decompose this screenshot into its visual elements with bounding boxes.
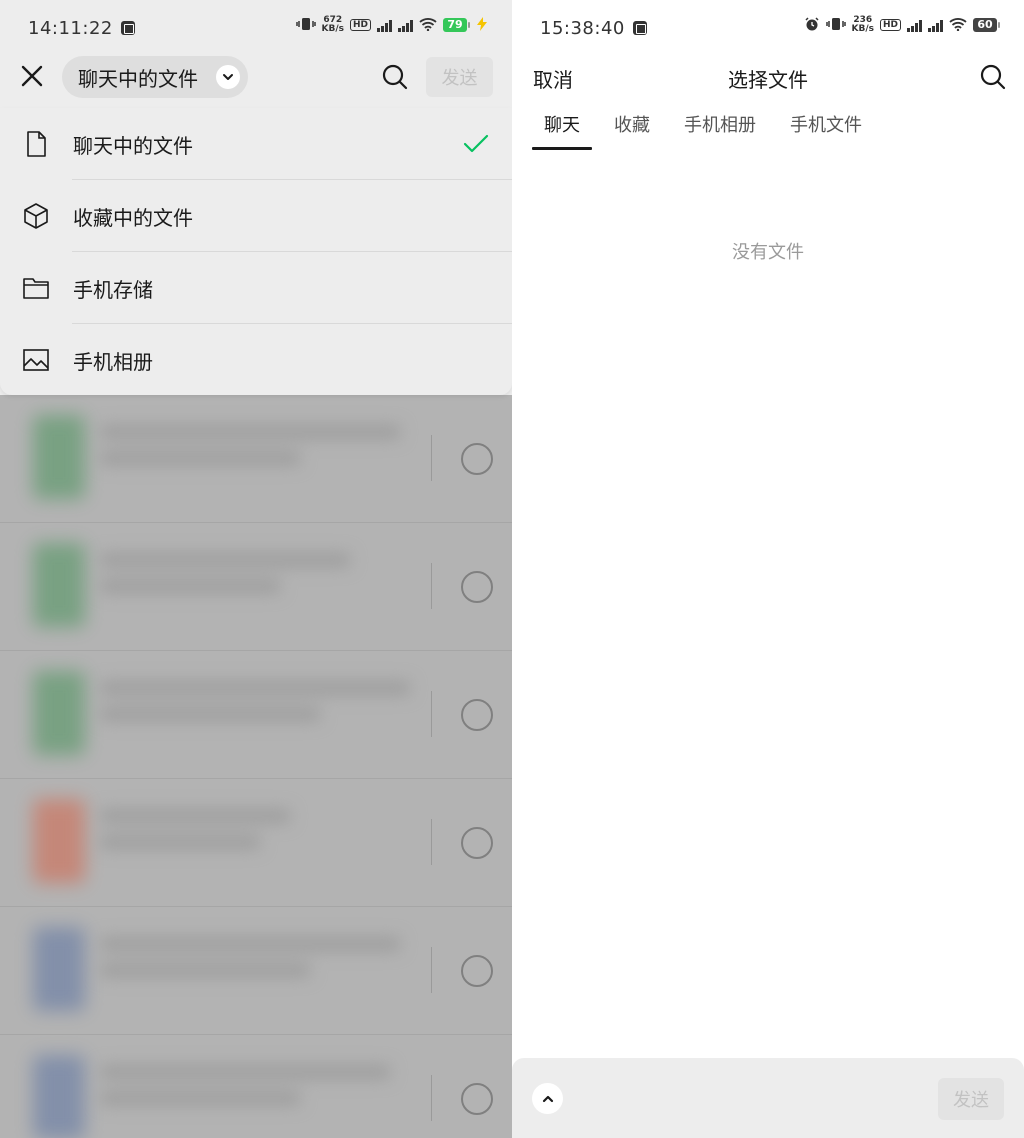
menu-item-label: 收藏中的文件 xyxy=(73,206,193,230)
select-radio[interactable] xyxy=(461,443,493,475)
tab-phone-files[interactable]: 手机文件 xyxy=(778,112,874,150)
wifi-icon xyxy=(419,17,437,34)
top-bar: 聊天中的文件 发送 xyxy=(0,56,512,98)
file-thumbnail xyxy=(33,927,85,1011)
network-speed-unit: KB/s xyxy=(321,24,344,34)
left-screen: 14:11:22 672 KB/s HD 79 聊天中的文件 发送 聊天中的文件… xyxy=(0,0,512,1138)
search-button[interactable] xyxy=(978,62,1008,92)
battery-icon: 60 xyxy=(973,18,1000,32)
page-title: 选择文件 xyxy=(728,68,808,92)
vibrate-icon xyxy=(295,17,316,34)
select-radio[interactable] xyxy=(461,1083,493,1115)
signal-icon xyxy=(928,18,943,32)
menu-item-chat-files[interactable]: 聊天中的文件 xyxy=(0,108,512,180)
blurred-file-list xyxy=(0,395,512,1138)
battery-level: 60 xyxy=(973,18,997,32)
notification-icon xyxy=(120,21,135,35)
source-dropdown-label: 聊天中的文件 xyxy=(78,66,198,91)
list-item[interactable] xyxy=(0,395,512,523)
file-thumbnail xyxy=(33,415,85,499)
alarm-icon xyxy=(804,16,820,34)
hd-icon: HD xyxy=(349,19,371,31)
menu-item-phone-album[interactable]: 手机相册 xyxy=(0,324,512,396)
select-radio[interactable] xyxy=(461,955,493,987)
wifi-icon xyxy=(949,17,967,34)
status-icons: 236 KB/s HD 60 xyxy=(804,16,1000,34)
list-item[interactable] xyxy=(0,523,512,651)
signal-icon xyxy=(377,18,392,32)
search-icon xyxy=(980,64,1006,90)
search-button[interactable] xyxy=(380,62,410,92)
list-item[interactable] xyxy=(0,1035,512,1138)
tab-favorites[interactable]: 收藏 xyxy=(602,112,662,150)
battery-icon: 79 xyxy=(443,18,470,32)
source-menu: 聊天中的文件 收藏中的文件 手机存储 手机相册 xyxy=(0,108,512,395)
folder-icon xyxy=(23,278,49,299)
right-screen: 15:38:40 236 KB/s HD 60 取消 选择文件 聊天 收藏 手机… xyxy=(512,0,1024,1138)
status-time: 14:11:22 xyxy=(28,17,113,39)
signal-icon xyxy=(907,18,922,32)
expand-button[interactable] xyxy=(532,1083,563,1114)
list-item[interactable] xyxy=(0,907,512,1035)
list-item[interactable] xyxy=(0,651,512,779)
charging-icon xyxy=(476,16,488,34)
status-bar: 14:11:22 672 KB/s HD 79 xyxy=(0,0,512,56)
file-thumbnail xyxy=(33,543,85,627)
network-speed: 672 KB/s xyxy=(322,16,344,34)
file-thumbnail xyxy=(33,671,85,755)
select-radio[interactable] xyxy=(461,571,493,603)
select-radio[interactable] xyxy=(461,699,493,731)
network-speed: 236 KB/s xyxy=(852,16,874,34)
menu-item-favorite-files[interactable]: 收藏中的文件 xyxy=(0,180,512,252)
battery-level: 79 xyxy=(443,18,467,32)
menu-item-label: 手机相册 xyxy=(73,350,153,374)
tab-bar: 聊天 收藏 手机相册 手机文件 xyxy=(532,112,884,152)
bottom-bar: 发送 xyxy=(512,1058,1024,1138)
select-radio[interactable] xyxy=(461,827,493,859)
cube-icon xyxy=(24,203,48,229)
close-button[interactable] xyxy=(18,62,46,90)
close-icon xyxy=(21,65,43,87)
empty-state-text: 没有文件 xyxy=(732,242,804,263)
file-icon xyxy=(27,131,46,157)
vibrate-icon xyxy=(825,17,846,34)
chevron-up-icon xyxy=(542,1095,553,1102)
file-thumbnail xyxy=(33,1055,85,1138)
image-icon xyxy=(23,349,49,371)
status-time: 15:38:40 xyxy=(540,17,625,39)
network-speed-unit: KB/s xyxy=(851,24,874,34)
send-button[interactable]: 发送 xyxy=(938,1078,1004,1120)
title-bar: 取消 选择文件 xyxy=(512,56,1024,98)
chevron-down-icon xyxy=(216,65,240,89)
tab-chat[interactable]: 聊天 xyxy=(532,112,592,150)
send-button[interactable]: 发送 xyxy=(426,57,493,97)
menu-item-label: 聊天中的文件 xyxy=(73,134,193,158)
status-bar: 15:38:40 236 KB/s HD 60 xyxy=(512,0,1024,56)
menu-item-phone-storage[interactable]: 手机存储 xyxy=(0,252,512,324)
menu-item-label: 手机存储 xyxy=(73,278,153,302)
signal-icon xyxy=(398,18,413,32)
source-dropdown[interactable]: 聊天中的文件 xyxy=(62,56,248,98)
tab-phone-album[interactable]: 手机相册 xyxy=(672,112,768,150)
status-icons: 672 KB/s HD 79 xyxy=(295,16,489,34)
notification-icon xyxy=(632,21,647,35)
list-item[interactable] xyxy=(0,779,512,907)
file-thumbnail xyxy=(33,799,85,883)
check-icon xyxy=(463,134,489,153)
search-icon xyxy=(382,64,408,90)
hd-icon: HD xyxy=(879,19,901,31)
